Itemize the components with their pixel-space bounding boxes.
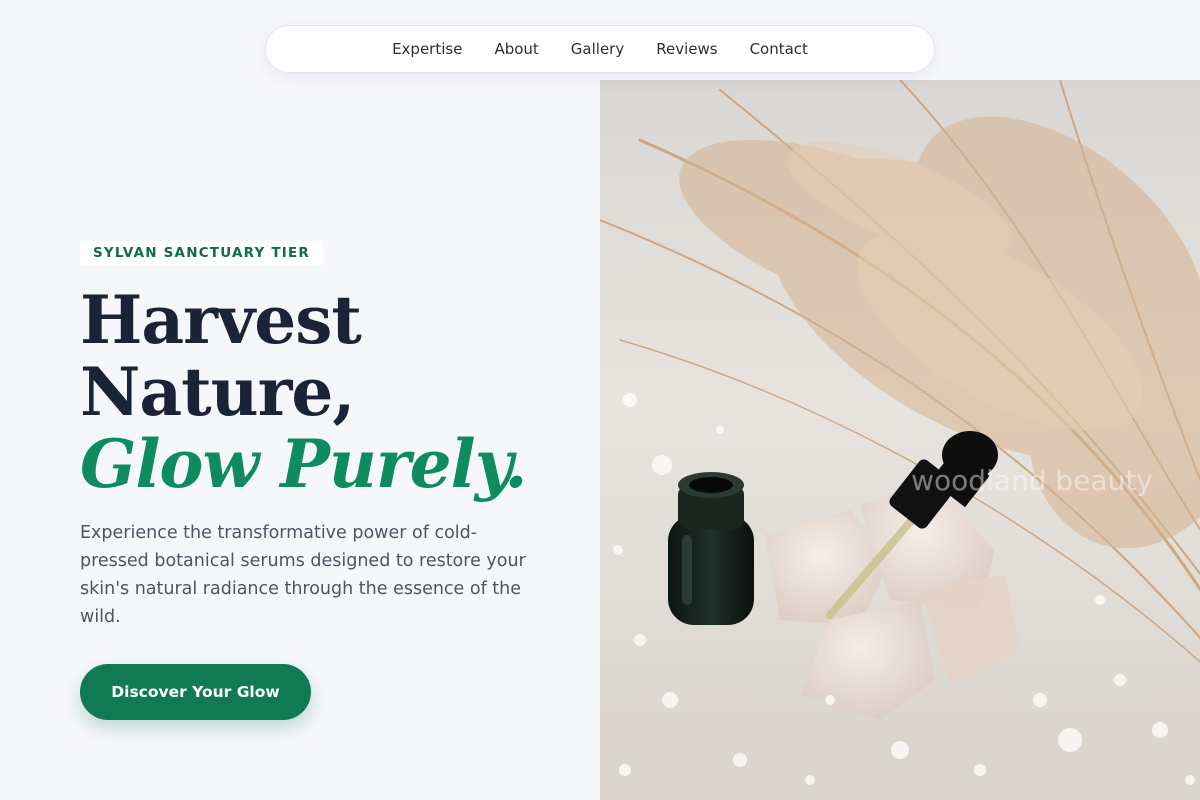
discover-glow-button[interactable]: Discover Your Glow	[80, 664, 311, 720]
top-navigation: Expertise About Gallery Reviews Contact	[265, 25, 935, 73]
nav-link-contact[interactable]: Contact	[750, 40, 808, 58]
headline-line-2: Nature,	[80, 353, 355, 431]
hero-headline: Harvest Nature, Glow Purely.	[80, 284, 580, 500]
nav-link-gallery[interactable]: Gallery	[571, 40, 624, 58]
page: Expertise About Gallery Reviews Contact …	[0, 0, 1200, 800]
nav-link-about[interactable]: About	[494, 40, 538, 58]
tier-badge: SYLVAN SANCTUARY TIER	[80, 241, 323, 265]
headline-line-1: Harvest	[80, 281, 362, 359]
hero-product-image: woodland beauty	[600, 80, 1200, 800]
nav-link-reviews[interactable]: Reviews	[656, 40, 717, 58]
headline-accent: Glow Purely.	[80, 425, 527, 503]
serum-bottle	[668, 472, 754, 625]
nav-link-expertise[interactable]: Expertise	[392, 40, 462, 58]
product-photo-illustration: woodland beauty	[600, 80, 1200, 800]
hero-description: Experience the transformative power of c…	[80, 523, 526, 627]
image-watermark: woodland beauty	[911, 464, 1153, 497]
